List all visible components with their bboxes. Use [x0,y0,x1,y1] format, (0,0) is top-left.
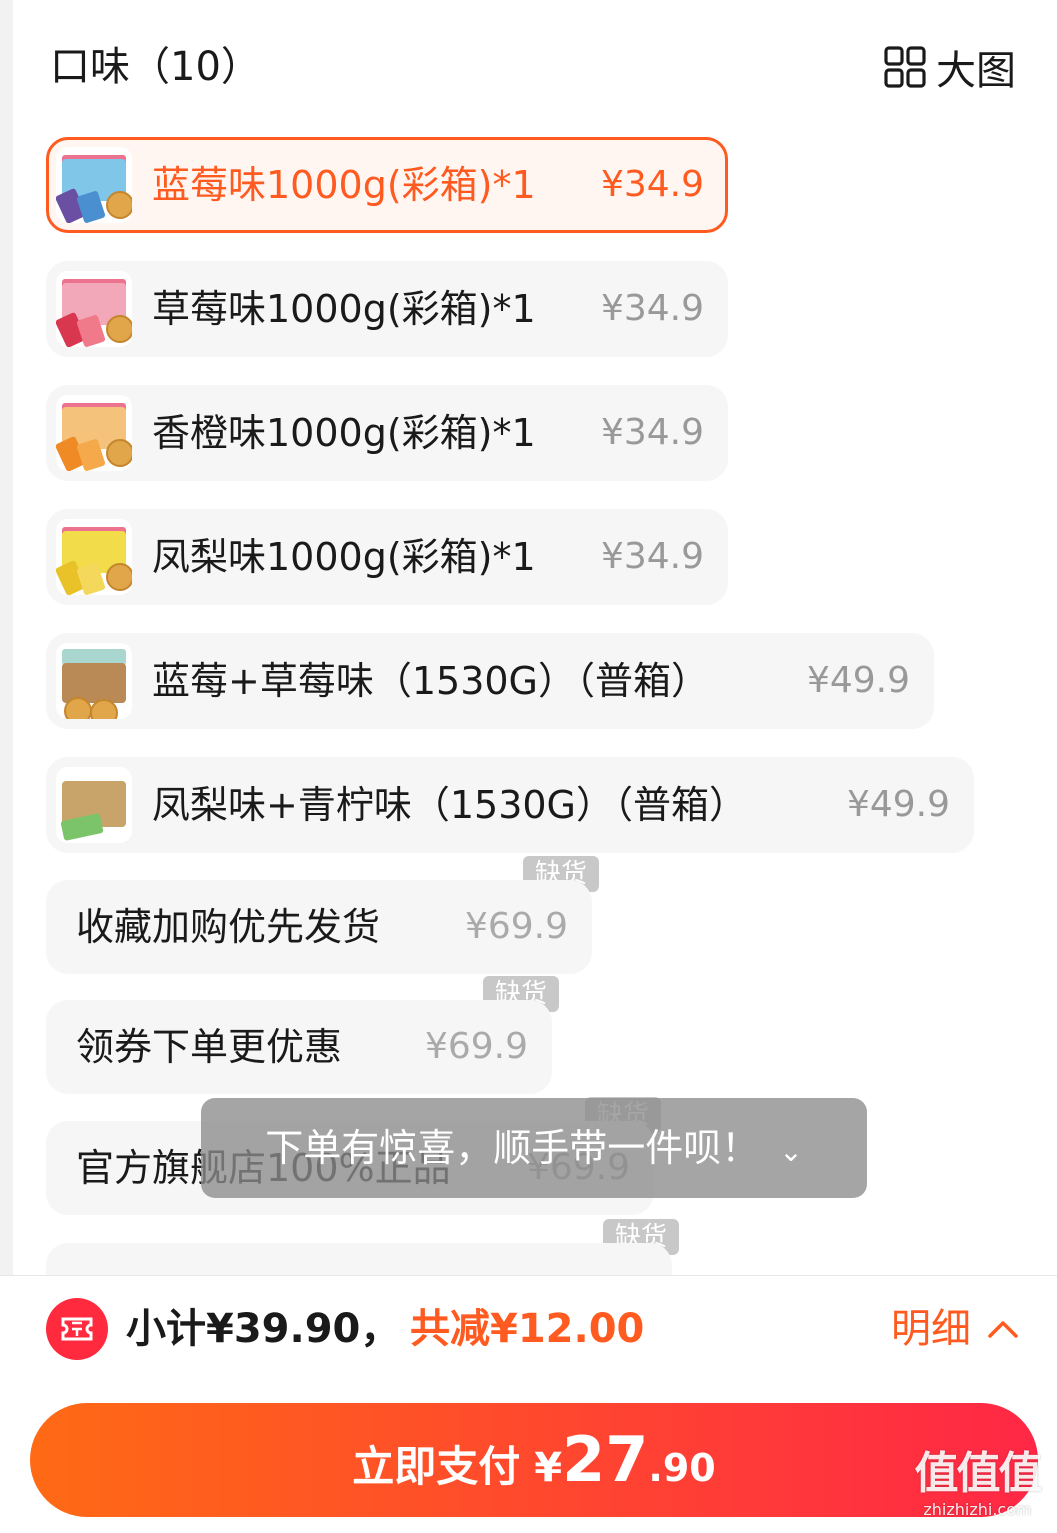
option-name: 草莓味1000g(彩箱)*1 [152,287,536,331]
option-thumbnail [56,519,132,595]
option-pineapple-color-box[interactable]: 凤梨味1000g(彩箱)*1 ¥34.9 [46,509,728,605]
option-blueberry-color-box[interactable]: 蓝莓味1000g(彩箱)*1 ¥34.9 [46,137,728,233]
pay-amount-decimal: .90 [648,1446,716,1490]
option-favorite-priority-ship[interactable]: 收藏加购优先发货 ¥69.9 [46,880,592,974]
option-coupon-discount[interactable]: 领券下单更优惠 ¥69.9 [46,1000,552,1094]
double-chevron-down-icon: ⌄ [779,1135,803,1168]
watermark-url: zhizhizhi.com [923,1500,1032,1519]
option-price: ¥49.9 [846,784,950,825]
toast-text: 下单有惊喜，顺手带一件呗！ [265,1126,760,1170]
option-name: 领券下单更优惠 [76,1025,343,1069]
option-thumbnail [56,643,132,719]
upsell-toast[interactable]: 下单有惊喜，顺手带一件呗！ ⌄ [201,1098,867,1198]
ticket-icon [46,1298,108,1360]
pay-label: 立即支付 [352,1442,521,1491]
checkout-footer: 小计¥39.90， 共减¥12.00 明细 立即支付 ¥27.90 [0,1275,1057,1533]
option-price: ¥34.9 [600,412,704,453]
option-blueberry-strawberry-plain-box[interactable]: 蓝莓+草莓味（1530G）（普箱） ¥49.9 [46,633,934,729]
flavor-options-list[interactable]: 蓝莓味1000g(彩箱)*1 ¥34.9 草莓味1000g(彩箱)*1 ¥34.… [0,0,1057,1275]
option-price: ¥49.9 [806,660,910,701]
option-name: 凤梨味+青柠味（1530G）（普箱） [152,783,747,827]
grid-icon [884,46,926,88]
option-price: ¥69.9 [464,906,568,947]
option-price: ¥34.9 [600,536,704,577]
pay-now-button[interactable]: 立即支付 ¥27.90 [30,1403,1038,1517]
option-thumbnail [56,271,132,347]
option-thumbnail [56,395,132,471]
option-pineapple-lime-plain-box[interactable]: 凤梨味+青柠味（1530G）（普箱） ¥49.9 [46,757,974,853]
option-strawberry-color-box[interactable]: 草莓味1000g(彩箱)*1 ¥34.9 [46,261,728,357]
discount-text: 共减¥12.00 [410,1306,645,1352]
option-name: 香橙味1000g(彩箱)*1 [152,411,536,455]
option-price: ¥69.9 [424,1026,528,1067]
option-thumbnail [56,147,132,223]
pay-currency: ¥ [534,1445,563,1491]
big-view-label: 大图 [936,48,1016,94]
detail-toggle[interactable]: 明细 [891,1296,1019,1362]
detail-label: 明细 [891,1306,971,1352]
option-name: 蓝莓味1000g(彩箱)*1 [152,163,536,207]
option-partially-visible[interactable] [46,1243,672,1275]
flavor-section-title: 口味（10） [50,44,261,90]
option-orange-color-box[interactable]: 香橙味1000g(彩箱)*1 ¥34.9 [46,385,728,481]
option-name: 凤梨味1000g(彩箱)*1 [152,535,536,579]
chevron-up-icon [988,1321,1018,1338]
subtotal-text: 小计¥39.90， [126,1306,401,1352]
big-view-toggle[interactable]: 大图 [884,40,1016,94]
option-name: 收藏加购优先发货 [76,905,381,949]
option-price: ¥34.9 [600,164,704,205]
option-thumbnail [56,767,132,843]
option-name: 蓝莓+草莓味（1530G）（普箱） [152,659,709,703]
option-price: ¥34.9 [600,288,704,329]
pay-amount-integer: 27 [562,1423,649,1496]
watermark-logo: 值值值 [914,1448,1043,1499]
watermark: 值值值 zhizhizhi.com [905,1448,1050,1528]
